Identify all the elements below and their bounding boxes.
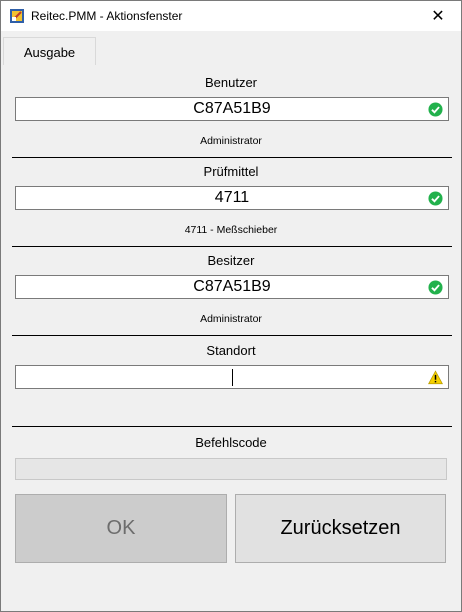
pruefmittel-label: Prüfmittel [203, 164, 259, 179]
window-title: Reitec.PMM - Aktionsfenster [31, 9, 183, 23]
ok-button-label: OK [106, 517, 136, 539]
check-circle-icon [428, 102, 443, 117]
tab-strip: Ausgabe [1, 35, 461, 66]
app-icon [10, 9, 24, 23]
close-button[interactable]: ✕ [415, 1, 461, 31]
benutzer-field[interactable]: C87A51B9 [15, 97, 449, 121]
benutzer-value: C87A51B9 [193, 100, 271, 117]
title-bar: Reitec.PMM - Aktionsfenster ✕ [1, 1, 461, 31]
standort-label: Standort [206, 343, 256, 358]
standort-field[interactable] [15, 365, 449, 389]
befehlscode-field [15, 458, 447, 480]
reset-button[interactable]: Zurücksetzen [235, 494, 446, 563]
besitzer-label: Besitzer [207, 253, 255, 268]
warning-triangle-icon [428, 370, 443, 385]
text-caret [232, 369, 233, 386]
separator [12, 426, 452, 427]
action-window: Reitec.PMM - Aktionsfenster ✕ Ausgabe Be… [0, 0, 462, 612]
besitzer-value: C87A51B9 [193, 278, 271, 295]
check-circle-icon [428, 191, 443, 206]
separator [12, 157, 452, 158]
benutzer-subtext: Administrator [200, 135, 262, 147]
close-icon: ✕ [431, 8, 445, 25]
reset-button-label: Zurücksetzen [280, 517, 401, 539]
tab-ausgabe-label: Ausgabe [23, 44, 76, 60]
pruefmittel-value: 4711 [214, 189, 250, 206]
pruefmittel-subtext: 4711 - Meßschieber [184, 224, 278, 236]
pruefmittel-field[interactable]: 4711 [15, 186, 449, 210]
befehlscode-label: Befehlscode [195, 435, 267, 450]
tab-ausgabe[interactable]: Ausgabe [3, 37, 96, 66]
besitzer-subtext: Administrator [200, 313, 262, 325]
ok-button[interactable]: OK [15, 494, 227, 563]
benutzer-label: Benutzer [204, 75, 258, 90]
besitzer-field[interactable]: C87A51B9 [15, 275, 449, 299]
check-circle-icon [428, 280, 443, 295]
separator [12, 246, 452, 247]
separator [12, 335, 452, 336]
